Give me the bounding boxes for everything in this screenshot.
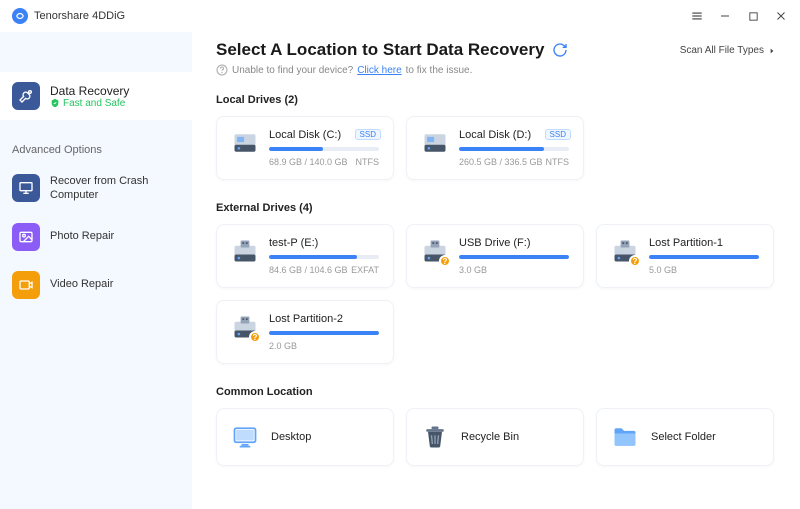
drive-icon: ?	[421, 237, 449, 265]
refresh-icon[interactable]	[552, 42, 568, 58]
drive-fs: NTFS	[356, 157, 380, 167]
drive-meta: 3.0 GB	[459, 265, 569, 275]
app-title: Tenorshare 4DDiG	[34, 10, 125, 22]
common-location-title: Common Location	[216, 386, 776, 398]
drive-meta: 68.9 GB / 140.0 GB NTFS	[269, 157, 379, 167]
local-drives-title: Local Drives (2)	[216, 94, 776, 106]
drive-fs: NTFS	[546, 157, 570, 167]
drive-icon	[231, 129, 259, 157]
location-card[interactable]: Recycle Bin	[406, 408, 584, 466]
drive-name: Lost Partition-1	[649, 237, 759, 249]
location-card[interactable]: Select Folder	[596, 408, 774, 466]
drive-usage-bar	[459, 147, 569, 151]
ssd-badge: SSD	[355, 129, 381, 140]
common-location-grid: Desktop Recycle Bin Select Folder	[216, 408, 776, 466]
drive-size: 3.0 GB	[459, 265, 487, 275]
location-icon	[611, 423, 639, 451]
page-title: Select A Location to Start Data Recovery	[216, 40, 544, 60]
drive-meta: 5.0 GB	[649, 265, 759, 275]
nav-label: Photo Repair	[50, 229, 114, 243]
device-hint: Unable to find your device? Click here t…	[216, 64, 776, 76]
drive-fs: EXFAT	[351, 265, 379, 275]
title-wrap: Select A Location to Start Data Recovery	[216, 40, 568, 60]
titlebar-controls	[690, 9, 788, 23]
photo-icon	[12, 223, 40, 251]
drive-icon	[231, 237, 259, 265]
video-icon	[12, 271, 40, 299]
warning-badge-icon: ?	[249, 331, 261, 343]
drive-usage-bar	[459, 255, 569, 259]
drive-card[interactable]: ? Lost Partition-1 5.0 GB	[596, 224, 774, 288]
nav-label: Video Repair	[50, 277, 113, 291]
drive-size: 5.0 GB	[649, 265, 677, 275]
ssd-badge: SSD	[545, 129, 571, 140]
nav-data-recovery[interactable]: Data Recovery Fast and Safe	[0, 72, 192, 120]
location-card[interactable]: Desktop	[216, 408, 394, 466]
nav-sublabel: Fast and Safe	[50, 98, 129, 109]
drive-name: Lost Partition-2	[269, 313, 379, 325]
drive-icon: ?	[231, 313, 259, 341]
drive-info: Lost Partition-1 5.0 GB	[649, 237, 759, 275]
drive-usage-bar	[269, 331, 379, 335]
minimize-icon[interactable]	[718, 9, 732, 23]
warning-badge-icon: ?	[629, 255, 641, 267]
sidebar: Data Recovery Fast and Safe Advanced Opt…	[0, 32, 192, 509]
drive-info: USB Drive (F:) 3.0 GB	[459, 237, 569, 275]
drive-meta: 260.5 GB / 336.5 GBNTFS	[459, 157, 569, 167]
drive-size: 2.0 GB	[269, 341, 297, 351]
monitor-icon	[12, 174, 40, 202]
main-header: Select A Location to Start Data Recovery…	[216, 40, 776, 60]
nav-label: Recover from Crash Computer	[50, 174, 180, 203]
nav-text: Data Recovery Fast and Safe	[50, 84, 129, 109]
drive-usage-bar	[649, 255, 759, 259]
titlebar-left: Tenorshare 4DDiG	[12, 8, 125, 24]
drive-card[interactable]: SSD Local Disk (C:) 68.9 GB / 140.0 GBNT…	[216, 116, 394, 180]
shield-check-icon	[50, 98, 60, 108]
drive-card[interactable]: test-P (E:) 84.6 GB / 104.6 GBEXFAT	[216, 224, 394, 288]
drive-size: 68.9 GB / 140.0 GB	[269, 157, 348, 167]
drive-card[interactable]: ? USB Drive (F:) 3.0 GB	[406, 224, 584, 288]
menu-icon[interactable]	[690, 9, 704, 23]
wrench-icon	[12, 82, 40, 110]
maximize-icon[interactable]	[746, 9, 760, 23]
external-drives-title: External Drives (4)	[216, 202, 776, 214]
drive-meta: 84.6 GB / 104.6 GBEXFAT	[269, 265, 379, 275]
drive-meta: 2.0 GB	[269, 341, 379, 351]
chevron-right-icon	[768, 47, 776, 55]
drive-card[interactable]: ? Lost Partition-2 2.0 GB	[216, 300, 394, 364]
drive-size: 260.5 GB / 336.5 GB	[459, 157, 543, 167]
nav-video-repair[interactable]: Video Repair	[12, 261, 180, 309]
drive-usage-bar	[269, 255, 379, 259]
advanced-title: Advanced Options	[12, 144, 180, 156]
drive-name: test-P (E:)	[269, 237, 379, 249]
drive-info: test-P (E:) 84.6 GB / 104.6 GBEXFAT	[269, 237, 379, 275]
question-icon	[216, 64, 228, 76]
click-here-link[interactable]: Click here	[357, 65, 401, 76]
app-logo-icon	[12, 8, 28, 24]
drive-size: 84.6 GB / 104.6 GB	[269, 265, 348, 275]
nav-photo-repair[interactable]: Photo Repair	[12, 213, 180, 261]
local-drives-grid: SSD Local Disk (C:) 68.9 GB / 140.0 GBNT…	[216, 116, 776, 180]
location-icon	[231, 423, 259, 451]
drive-icon: ?	[611, 237, 639, 265]
location-label: Recycle Bin	[461, 431, 519, 443]
drive-info: Lost Partition-2 2.0 GB	[269, 313, 379, 351]
drive-card[interactable]: SSD Local Disk (D:) 260.5 GB / 336.5 GBN…	[406, 116, 584, 180]
titlebar: Tenorshare 4DDiG	[0, 0, 800, 32]
drive-usage-bar	[269, 147, 379, 151]
external-drives-grid: test-P (E:) 84.6 GB / 104.6 GBEXFAT ? US…	[216, 224, 776, 364]
location-label: Desktop	[271, 431, 311, 443]
drive-name: USB Drive (F:)	[459, 237, 569, 249]
close-icon[interactable]	[774, 9, 788, 23]
warning-badge-icon: ?	[439, 255, 451, 267]
nav-label: Data Recovery	[50, 84, 129, 98]
scan-all-file-types[interactable]: Scan All File Types	[680, 45, 776, 56]
nav-recover-crash[interactable]: Recover from Crash Computer	[12, 164, 180, 213]
drive-icon	[421, 129, 449, 157]
location-label: Select Folder	[651, 431, 716, 443]
location-icon	[421, 423, 449, 451]
advanced-options: Advanced Options Recover from Crash Comp…	[0, 144, 192, 309]
main-content: Select A Location to Start Data Recovery…	[192, 32, 800, 509]
